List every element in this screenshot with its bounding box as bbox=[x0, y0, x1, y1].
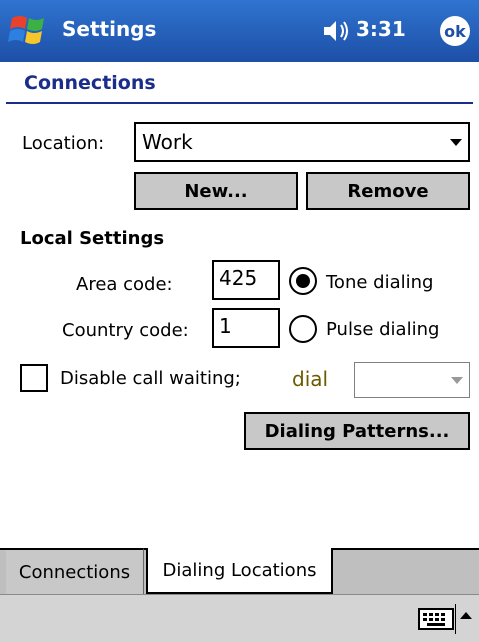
disable-call-waiting-label[interactable]: Disable call waiting; bbox=[60, 368, 241, 389]
area-code-value: 425 bbox=[219, 266, 258, 290]
remove-button[interactable]: Remove bbox=[306, 172, 470, 210]
ok-button[interactable]: ok bbox=[440, 16, 470, 46]
country-code-label: Country code: bbox=[62, 320, 189, 341]
sip-divider bbox=[455, 604, 456, 634]
disable-call-waiting-checkbox[interactable] bbox=[20, 364, 48, 392]
chevron-down-icon bbox=[450, 139, 462, 146]
location-label: Location: bbox=[22, 133, 105, 154]
pulse-dialing-radio[interactable] bbox=[289, 315, 317, 343]
dial-label: dial bbox=[292, 367, 329, 391]
location-value: Work bbox=[142, 130, 193, 154]
location-dropdown[interactable]: Work bbox=[134, 122, 470, 162]
tone-dialing-label[interactable]: Tone dialing bbox=[326, 272, 433, 293]
local-settings-heading: Local Settings bbox=[20, 228, 165, 249]
country-code-field[interactable]: 1 bbox=[212, 308, 280, 348]
chevron-down-icon bbox=[451, 377, 463, 384]
pulse-dialing-label[interactable]: Pulse dialing bbox=[326, 319, 439, 340]
keyboard-icon[interactable] bbox=[418, 606, 454, 632]
title-bar: Settings 3:31 ok bbox=[0, 0, 479, 62]
page-title: Connections bbox=[24, 72, 156, 94]
tab-dialing-locations[interactable]: Dialing Locations bbox=[146, 548, 333, 594]
dialing-patterns-button[interactable]: Dialing Patterns... bbox=[244, 412, 470, 450]
app-title: Settings bbox=[62, 17, 157, 41]
windows-start-icon[interactable] bbox=[6, 10, 52, 52]
clock[interactable]: 3:31 bbox=[356, 17, 406, 41]
speaker-icon[interactable] bbox=[322, 17, 352, 45]
area-code-label: Area code: bbox=[76, 274, 173, 295]
tab-connections[interactable]: Connections bbox=[6, 548, 144, 594]
tone-dialing-radio[interactable] bbox=[289, 267, 317, 295]
header-divider bbox=[6, 102, 473, 104]
dial-dropdown[interactable] bbox=[354, 362, 470, 398]
menu-bar bbox=[0, 594, 479, 642]
area-code-field[interactable]: 425 bbox=[212, 260, 280, 300]
new-button[interactable]: New... bbox=[134, 172, 298, 210]
chevron-up-icon[interactable] bbox=[460, 612, 472, 619]
country-code-value: 1 bbox=[219, 314, 232, 338]
